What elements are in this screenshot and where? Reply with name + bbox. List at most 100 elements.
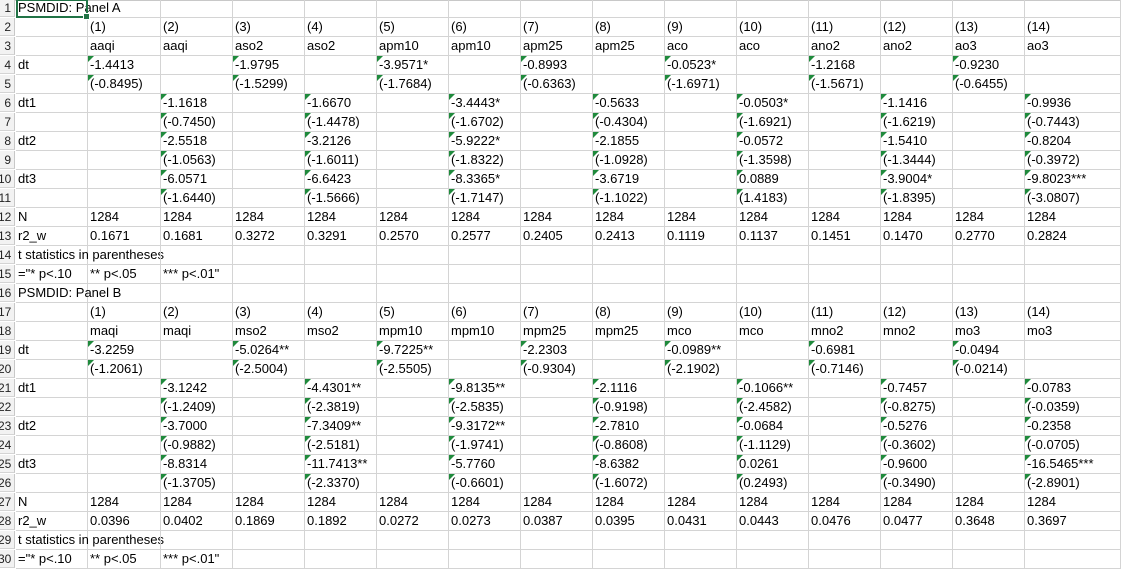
cell[interactable] bbox=[593, 360, 665, 379]
cell[interactable]: aaqi bbox=[161, 37, 233, 56]
cell[interactable] bbox=[953, 455, 1025, 474]
cell[interactable]: -6.0571 bbox=[161, 170, 233, 189]
row-number[interactable]: 30 bbox=[0, 550, 15, 568]
cell[interactable] bbox=[953, 170, 1025, 189]
cell[interactable]: 0.0431 bbox=[665, 512, 737, 531]
cell[interactable]: (-1.6440) bbox=[161, 189, 233, 208]
cell[interactable]: dt1 bbox=[16, 379, 88, 398]
cell[interactable] bbox=[88, 151, 161, 170]
cell[interactable] bbox=[233, 455, 305, 474]
row-number[interactable]: 22 bbox=[0, 398, 15, 416]
cell[interactable]: (11) bbox=[809, 18, 881, 37]
cell[interactable] bbox=[233, 0, 305, 18]
cell[interactable] bbox=[953, 284, 1025, 303]
cell[interactable] bbox=[161, 56, 233, 75]
cell[interactable]: 0.1137 bbox=[737, 227, 809, 246]
cell[interactable] bbox=[88, 132, 161, 151]
cell[interactable]: (4) bbox=[305, 18, 377, 37]
cell[interactable]: -0.9600 bbox=[881, 455, 953, 474]
row-number[interactable]: 3 bbox=[0, 37, 15, 55]
cell[interactable] bbox=[521, 94, 593, 113]
cell[interactable]: apm25 bbox=[593, 37, 665, 56]
cell[interactable] bbox=[521, 550, 593, 569]
cell[interactable] bbox=[88, 379, 161, 398]
cell[interactable]: (-1.7684) bbox=[377, 75, 449, 94]
cell[interactable] bbox=[1025, 75, 1121, 94]
cell[interactable] bbox=[233, 531, 305, 550]
cell[interactable] bbox=[737, 75, 809, 94]
cell[interactable] bbox=[377, 284, 449, 303]
cell[interactable]: 1284 bbox=[665, 493, 737, 512]
cell[interactable] bbox=[233, 284, 305, 303]
cell[interactable]: (-0.6455) bbox=[953, 75, 1025, 94]
cell[interactable]: (-1.6219) bbox=[881, 113, 953, 132]
cell[interactable]: ** p<.05 bbox=[88, 265, 161, 284]
cell[interactable]: t statistics in parentheses bbox=[16, 531, 164, 550]
cell[interactable] bbox=[521, 246, 593, 265]
cell[interactable]: apm25 bbox=[521, 37, 593, 56]
row-number[interactable]: 16 bbox=[0, 284, 15, 302]
cell[interactable] bbox=[16, 436, 88, 455]
cell[interactable] bbox=[953, 246, 1025, 265]
cell[interactable] bbox=[377, 474, 449, 493]
cell[interactable]: 0.0476 bbox=[809, 512, 881, 531]
cell[interactable]: N bbox=[16, 493, 88, 512]
cell[interactable] bbox=[305, 265, 377, 284]
cell[interactable]: t statistics in parentheses bbox=[16, 246, 164, 265]
cell[interactable]: 1284 bbox=[593, 493, 665, 512]
cell[interactable] bbox=[521, 455, 593, 474]
cell[interactable] bbox=[953, 474, 1025, 493]
cell[interactable]: ="* p<.10 bbox=[16, 550, 88, 569]
row-number[interactable]: 29 bbox=[0, 531, 15, 549]
cell[interactable]: -0.1066** bbox=[737, 379, 809, 398]
cell[interactable] bbox=[521, 474, 593, 493]
cell[interactable]: -5.9222* bbox=[449, 132, 521, 151]
cell[interactable]: -2.1116 bbox=[593, 379, 665, 398]
cell[interactable]: 1284 bbox=[953, 493, 1025, 512]
cell[interactable]: 0.0272 bbox=[377, 512, 449, 531]
cell[interactable] bbox=[809, 189, 881, 208]
cell[interactable] bbox=[665, 94, 737, 113]
cell[interactable]: (-0.3972) bbox=[1025, 151, 1121, 170]
cell[interactable]: (-1.5671) bbox=[809, 75, 881, 94]
cell[interactable] bbox=[233, 398, 305, 417]
cell[interactable]: -11.7413** bbox=[305, 455, 377, 474]
cell[interactable]: 1284 bbox=[377, 493, 449, 512]
cell[interactable]: 1284 bbox=[449, 208, 521, 227]
cell[interactable]: (-0.6363) bbox=[521, 75, 593, 94]
cell[interactable]: (-1.6011) bbox=[305, 151, 377, 170]
cell[interactable]: (-0.7443) bbox=[1025, 113, 1121, 132]
cell[interactable]: (8) bbox=[593, 303, 665, 322]
cell[interactable]: 1284 bbox=[88, 208, 161, 227]
cell[interactable]: (-3.0807) bbox=[1025, 189, 1121, 208]
cell[interactable]: 0.1892 bbox=[305, 512, 377, 531]
cell[interactable] bbox=[809, 398, 881, 417]
cell[interactable]: 0.0443 bbox=[737, 512, 809, 531]
cell[interactable] bbox=[233, 436, 305, 455]
cell[interactable]: (10) bbox=[737, 18, 809, 37]
cell[interactable] bbox=[16, 303, 88, 322]
cell[interactable] bbox=[953, 113, 1025, 132]
cell[interactable]: 0.1470 bbox=[881, 227, 953, 246]
cell[interactable]: -5.7760 bbox=[449, 455, 521, 474]
cell[interactable]: 1284 bbox=[737, 208, 809, 227]
cell[interactable] bbox=[521, 417, 593, 436]
cell[interactable] bbox=[665, 132, 737, 151]
cell[interactable]: ="* p<.10 bbox=[16, 265, 88, 284]
cell[interactable]: 1284 bbox=[521, 208, 593, 227]
cell[interactable]: dt2 bbox=[16, 417, 88, 436]
cell[interactable]: 1284 bbox=[233, 208, 305, 227]
cell[interactable]: mso2 bbox=[305, 322, 377, 341]
cell[interactable]: -2.7810 bbox=[593, 417, 665, 436]
cell[interactable] bbox=[809, 265, 881, 284]
cell[interactable]: -8.6382 bbox=[593, 455, 665, 474]
cell[interactable]: (-0.9198) bbox=[593, 398, 665, 417]
row-number[interactable]: 10 bbox=[0, 170, 15, 188]
cell[interactable] bbox=[377, 265, 449, 284]
row-number[interactable]: 19 bbox=[0, 341, 15, 359]
cell[interactable]: -0.0523* bbox=[665, 56, 737, 75]
cell[interactable] bbox=[377, 189, 449, 208]
cell[interactable]: 0.2413 bbox=[593, 227, 665, 246]
cell[interactable] bbox=[809, 113, 881, 132]
cell[interactable] bbox=[737, 246, 809, 265]
